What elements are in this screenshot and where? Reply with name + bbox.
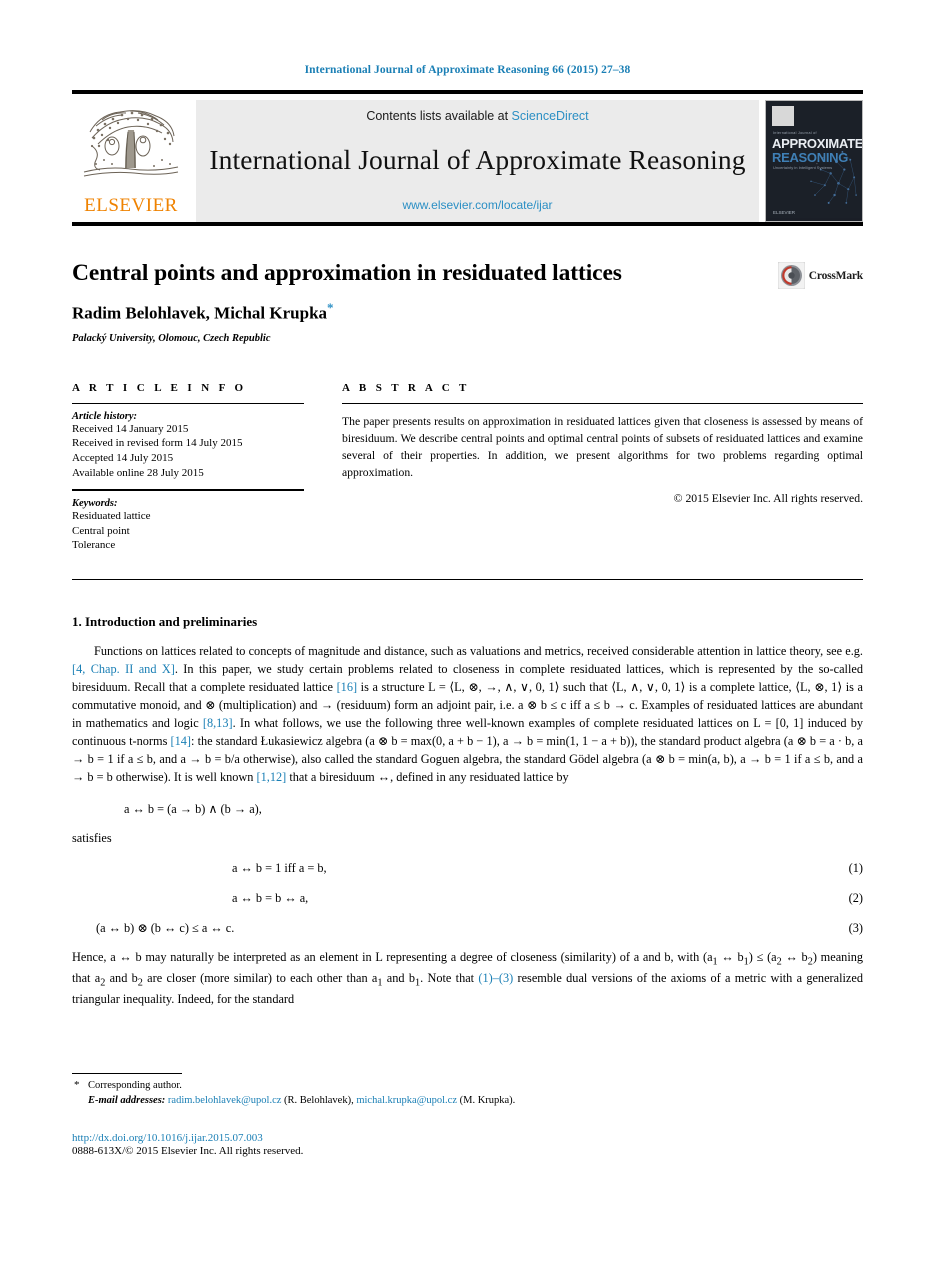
masthead-bottom-rule	[72, 222, 863, 226]
intro-paragraph: Functions on lattices related to concept…	[72, 643, 863, 787]
body-separator-rule	[72, 579, 863, 581]
citation-ref[interactable]: [4, Chap. II and X]	[72, 662, 175, 676]
article-info-label: A R T I C L E I N F O	[72, 381, 247, 394]
cover-subtitle: Uncertainty in Intelligent Systems	[773, 165, 833, 170]
para-text: ↔ b	[717, 949, 744, 964]
affiliation: Palacký University, Olomouc, Czech Repub…	[72, 332, 271, 344]
journal-title: International Journal of Approximate Rea…	[209, 144, 746, 176]
journal-cover-thumbnail[interactable]: International Journal of APPROXIMATE REA…	[765, 100, 863, 222]
equation-body: (a ↔ b) ⊗ (b ↔ c) ≤ a ↔ c.	[96, 920, 235, 935]
para-text: Functions on lattices related to concept…	[94, 644, 863, 659]
numbered-equation: a ↔ b = 1 iff a = b, (1)	[72, 861, 863, 876]
email-name-2: (M. Krupka).	[459, 1095, 516, 1107]
history-item: Available online 28 July 2015	[72, 466, 204, 479]
footnote-rule	[72, 1073, 182, 1074]
elsevier-logo: ELSEVIER	[72, 100, 190, 222]
abstract-rule	[342, 402, 863, 404]
cover-title-line2: REASONING	[772, 150, 849, 165]
para-text: that a biresiduum ↔, defined in any resi…	[286, 769, 569, 784]
numbered-equation: a ↔ b = b ↔ a, (2)	[72, 891, 863, 906]
equation-number: (2)	[848, 890, 863, 905]
para-text: ↔ b	[781, 949, 808, 964]
footnote-star-marker: *	[74, 1079, 80, 1091]
email-link-2[interactable]: michal.krupka@upol.cz	[356, 1095, 457, 1106]
page-title: Central points and approximation in resi…	[72, 260, 622, 286]
elsevier-wordmark: ELSEVIER	[84, 195, 178, 216]
keywords-heading: Keywords:	[72, 498, 118, 510]
crossmark-icon	[777, 262, 805, 289]
para-text: are closer (more similar) to each other …	[142, 971, 378, 986]
sciencedirect-link[interactable]: ScienceDirect	[512, 109, 589, 123]
corresponding-note-text: Corresponding author.	[88, 1080, 182, 1091]
masthead-top-rule	[72, 90, 863, 94]
author-names: Radim Belohlavek, Michal Krupka	[72, 303, 328, 323]
equation-definition: a ↔ b = (a → b) ∧ (b → a),	[124, 801, 262, 816]
numbered-equation: (a ↔ b) ⊗ (b ↔ c) ≤ a ↔ c. (3)	[72, 921, 863, 936]
para-text: and b	[382, 971, 415, 986]
equation-number: (1)	[848, 860, 863, 875]
email-label: E-mail addresses:	[88, 1095, 166, 1107]
history-item: Received in revised form 14 July 2015	[72, 437, 243, 450]
contents-line: Contents lists available at ScienceDirec…	[366, 109, 588, 123]
abstract-text: The paper presents results on approximat…	[342, 414, 863, 480]
abstract-copyright: © 2015 Elsevier Inc. All rights reserved…	[673, 492, 863, 506]
keywords-rule	[72, 489, 304, 492]
keyword-item: Central point	[72, 524, 130, 537]
page-content: International Journal of Approximate Rea…	[72, 0, 863, 1009]
cover-footer-logo: ELSEVIER	[773, 210, 796, 215]
issn-copyright-line: 0888-613X/© 2015 Elsevier Inc. All right…	[72, 1145, 304, 1158]
author-list: Radim Belohlavek, Michal Krupka*	[72, 300, 863, 324]
contents-prefix: Contents lists available at	[366, 109, 512, 123]
elsevier-tree-icon	[78, 102, 184, 194]
keyword-item: Tolerance	[72, 539, 116, 552]
cover-kicker: International Journal of	[773, 131, 817, 135]
equation-body: a ↔ b = 1 iff a = b,	[232, 860, 327, 875]
journal-masthead: ELSEVIER Contents lists available at Sci…	[72, 100, 863, 222]
citation-ref[interactable]: [16]	[337, 680, 358, 694]
page-footer: * Corresponding author. E-mail addresses:…	[72, 1073, 863, 1157]
cover-title-line1: APPROXIMATE	[772, 136, 863, 151]
running-head: International Journal of Approximate Rea…	[304, 64, 631, 76]
corresponding-author-note: * Corresponding author.	[72, 1078, 863, 1093]
doi-link[interactable]: http://dx.doi.org/10.1016/j.ijar.2015.07…	[72, 1132, 863, 1144]
para-text: Hence, a ↔ b may naturally be interprete…	[72, 949, 713, 964]
info-abstract-row: A R T I C L E I N F O Article history: R…	[72, 382, 863, 553]
citation-ref[interactable]: [14]	[171, 734, 192, 748]
email-name-1: (R. Belohlavek),	[284, 1095, 354, 1107]
article-page: International Journal of Approximate Rea…	[0, 0, 935, 1266]
closeness-paragraph: Hence, a ↔ b may naturally be interprete…	[72, 949, 863, 1010]
article-info-column: A R T I C L E I N F O Article history: R…	[72, 382, 304, 553]
abstract-column: A B S T R A C T The paper presents resul…	[342, 382, 863, 553]
journal-banner: Contents lists available at ScienceDirec…	[196, 100, 759, 222]
crossmark-label: CrossMark	[808, 269, 863, 282]
para-text: . Note that	[420, 971, 479, 986]
crossmark-badge[interactable]: CrossMark	[777, 262, 863, 289]
journal-url-link[interactable]: www.elsevier.com/locate/ijar	[402, 198, 552, 212]
cover-publisher-badge	[772, 106, 794, 126]
history-item: Received 14 January 2015	[72, 422, 189, 435]
para-text: and b	[105, 971, 138, 986]
article-history-heading: Article history:	[72, 410, 138, 422]
citation-ref[interactable]: [1,12]	[257, 770, 287, 784]
corresponding-author-marker[interactable]: *	[327, 300, 334, 315]
para-text: ) ≤ (a	[748, 949, 777, 964]
abstract-label: A B S T R A C T	[342, 381, 470, 394]
article-info-rule	[72, 402, 304, 404]
citation-ref[interactable]: [8,13]	[203, 716, 233, 730]
section-heading: 1. Introduction and preliminaries	[72, 614, 258, 630]
article-title-block: CrossMark Central points and approximati…	[72, 260, 863, 344]
equation-number: (3)	[848, 920, 863, 935]
citation-ref[interactable]: (1)–(3)	[478, 971, 513, 985]
keyword-item: Residuated lattice	[72, 510, 151, 523]
history-item: Accepted 14 July 2015	[72, 451, 174, 464]
email-addresses-line: E-mail addresses: radim.belohlavek@upol.…	[72, 1093, 863, 1108]
satisfies-text: satisfies	[72, 830, 112, 845]
equation-body: a ↔ b = b ↔ a,	[232, 890, 309, 905]
email-link-1[interactable]: radim.belohlavek@upol.cz	[168, 1095, 281, 1106]
